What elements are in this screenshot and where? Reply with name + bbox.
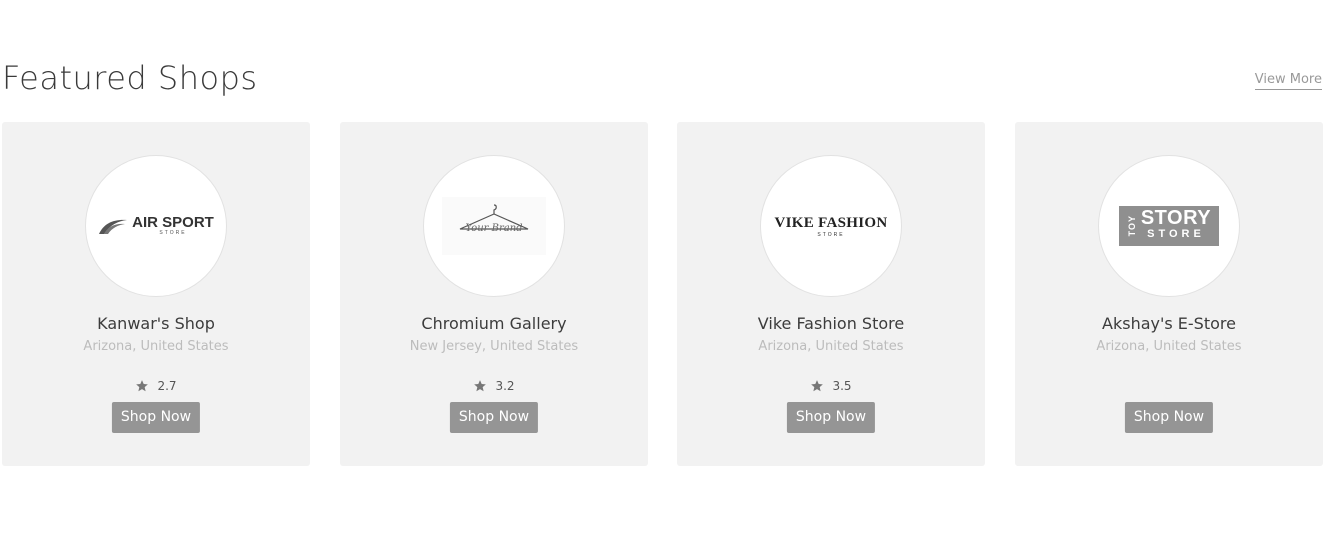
shop-card: AIR SPORT STORE Kanwar's Shop Arizona, U…	[2, 122, 310, 466]
logo-script-word: Your Brand	[465, 223, 523, 234]
shop-grid: AIR SPORT STORE Kanwar's Shop Arizona, U…	[2, 122, 1323, 466]
shop-now-button[interactable]: Shop Now	[111, 402, 201, 433]
featured-shops-header: Featured Shops View More	[2, 56, 1322, 106]
shop-rating: 2.7	[2, 378, 310, 394]
shop-rating: 3.2	[340, 378, 648, 394]
shop-location: New Jersey, United States	[409, 339, 579, 354]
shop-now-button[interactable]: Shop Now	[786, 402, 876, 433]
shop-logo[interactable]: TOY STORY STORE	[1098, 155, 1240, 297]
rating-value: 2.7	[157, 379, 177, 393]
logo-word: AIR SPORT	[132, 214, 214, 231]
section-title: Featured Shops	[2, 59, 258, 97]
logo-subword: STORE	[1147, 228, 1205, 240]
wing-icon	[99, 219, 128, 234]
shop-card: Your Brand Chromium Gallery New Jersey, …	[340, 122, 648, 466]
logo-word: VIKE FASHION	[774, 214, 888, 231]
shop-location: Arizona, United States	[758, 339, 904, 354]
rating-value: 3.5	[832, 379, 852, 393]
shop-logo[interactable]: VIKE FASHION STORE	[760, 155, 902, 297]
toy-story-logo: TOY STORY STORE	[1119, 206, 1219, 246]
logo-side-word: TOY	[1126, 215, 1137, 237]
view-more-link[interactable]: View More	[1254, 72, 1322, 90]
shop-card: VIKE FASHION STORE Vike Fashion Store Ar…	[677, 122, 985, 466]
air-sport-logo: AIR SPORT STORE	[98, 214, 214, 236]
star-icon	[811, 380, 824, 392]
shop-location: Arizona, United States	[83, 339, 229, 354]
shop-location: Arizona, United States	[1096, 339, 1242, 354]
shop-logo[interactable]: AIR SPORT STORE	[85, 155, 227, 297]
shop-name[interactable]: Kanwar's Shop	[2, 314, 310, 334]
logo-word: STORY	[1140, 207, 1212, 229]
shop-card: TOY STORY STORE Akshay's E-Store Arizona…	[1015, 122, 1323, 466]
shop-name[interactable]: Vike Fashion Store	[677, 314, 985, 334]
logo-subword: STORE	[817, 231, 845, 238]
star-icon	[136, 380, 149, 392]
shop-now-button[interactable]: Shop Now	[1124, 402, 1214, 433]
shop-rating: 3.5	[677, 378, 985, 394]
star-icon	[474, 380, 487, 392]
rating-value: 3.2	[495, 379, 515, 393]
shop-name[interactable]: Chromium Gallery	[340, 314, 648, 334]
shop-logo[interactable]: Your Brand	[423, 155, 565, 297]
vike-fashion-logo: VIKE FASHION STORE	[775, 215, 888, 238]
shop-name[interactable]: Akshay's E-Store	[1015, 314, 1323, 334]
your-brand-logo: Your Brand	[442, 197, 546, 255]
shop-now-button[interactable]: Shop Now	[449, 402, 539, 433]
